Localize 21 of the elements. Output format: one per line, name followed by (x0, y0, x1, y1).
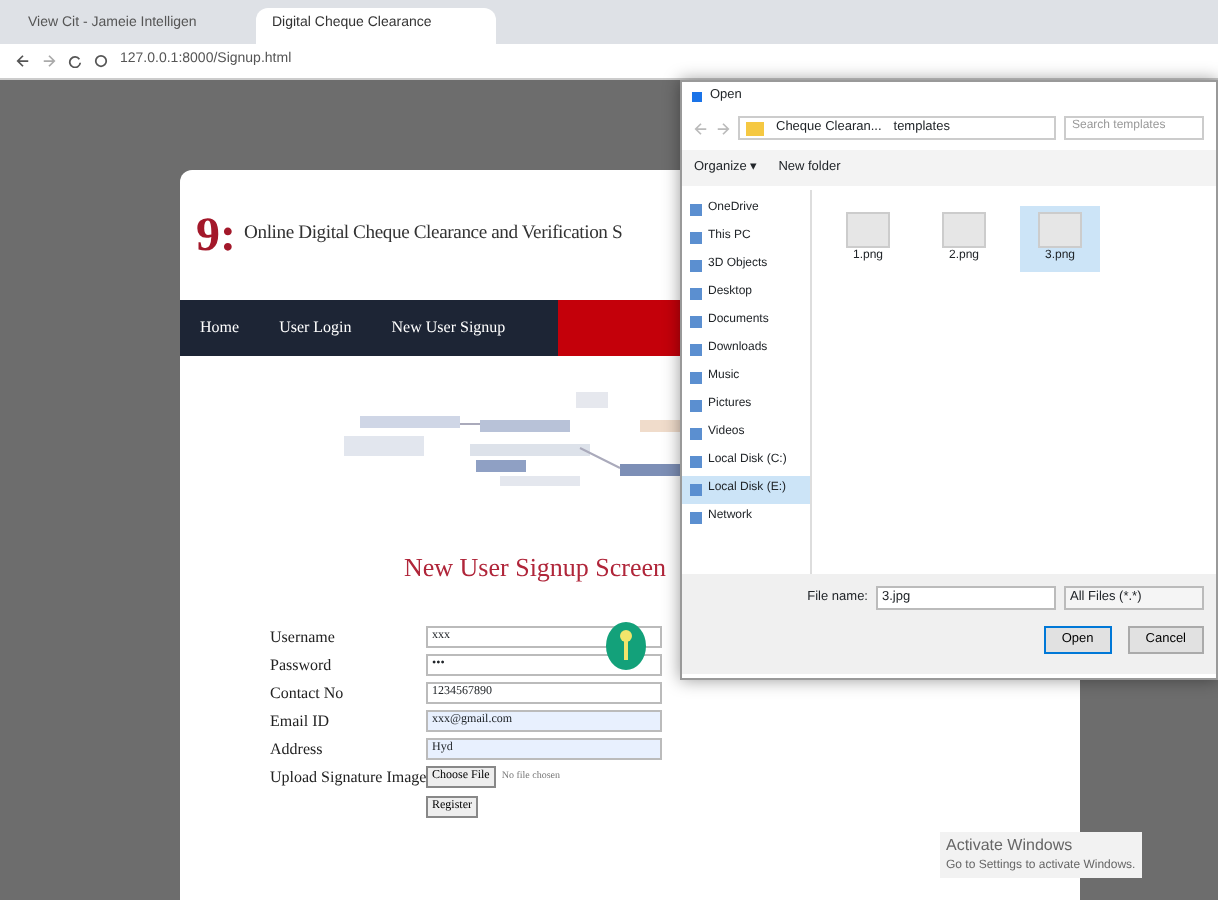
reload-icon[interactable] (68, 54, 82, 68)
site-title: Online Digital Cheque Clearance and Verification S (244, 220, 623, 249)
nav-link[interactable]: New User Signup (371, 300, 526, 356)
logo: 9: (196, 207, 236, 265)
image-file-icon (942, 211, 986, 248)
image-file-icon (1038, 211, 1082, 248)
field-label: Contact No (270, 681, 346, 705)
nav-link[interactable]: Home (180, 300, 260, 356)
image-file-icon (846, 211, 890, 248)
field-label: Email ID (270, 709, 332, 733)
form-heading: New User Signup Screen (404, 550, 667, 586)
key-icon (604, 619, 648, 671)
field-label: Password (270, 653, 334, 677)
field-label: Username (270, 625, 337, 649)
app-icon (690, 89, 704, 103)
field-label: Address (270, 737, 325, 761)
info-icon[interactable] (94, 54, 108, 68)
back-icon[interactable] (16, 54, 30, 68)
field-label: Upload Signature Image (270, 765, 426, 789)
activation-notice: Activate Windows (946, 834, 1075, 858)
nav-link[interactable]: User Login (259, 300, 372, 356)
